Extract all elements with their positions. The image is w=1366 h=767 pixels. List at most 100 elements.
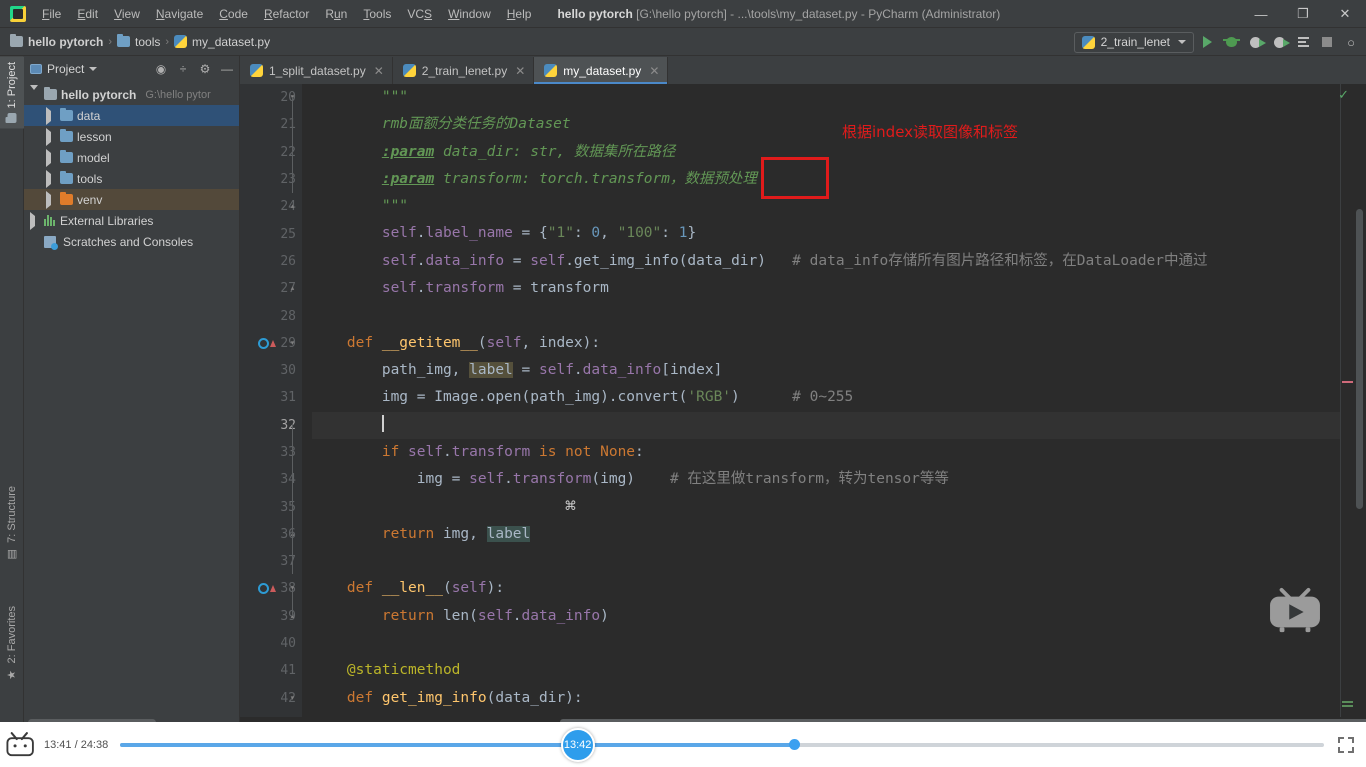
gutter-line: 27▴: [240, 275, 302, 302]
tree-item-external-libraries[interactable]: External Libraries: [24, 210, 239, 231]
video-progress-track[interactable]: 13:42: [120, 743, 1324, 747]
code-line: [312, 493, 1340, 520]
fold-icon[interactable]: ▾: [288, 339, 297, 348]
breadcrumb-item-tools[interactable]: tools: [135, 35, 160, 49]
run-button[interactable]: [1196, 31, 1218, 53]
fold-icon[interactable]: ▴: [288, 202, 297, 211]
override-method-marker[interactable]: [258, 583, 276, 594]
tree-item-data[interactable]: data: [24, 105, 239, 126]
hide-panel-icon[interactable]: —: [219, 61, 235, 77]
folder-blue-icon: [60, 131, 73, 142]
collapse-all-icon[interactable]: ÷: [175, 61, 191, 77]
menu-item-view[interactable]: View: [106, 3, 148, 25]
code-content[interactable]: """ rmb面额分类任务的Dataset :param data_dir: s…: [302, 84, 1340, 717]
project-icon: [8, 112, 17, 124]
minimize-button[interactable]: —: [1240, 0, 1282, 28]
sidebar-tab-project[interactable]: 1: Project: [0, 56, 24, 128]
code-line: """: [312, 193, 1340, 220]
chevron-right-icon[interactable]: [46, 195, 56, 205]
override-method-marker[interactable]: [258, 338, 276, 349]
marker-change[interactable]: [1342, 701, 1353, 703]
maximize-button[interactable]: ❐: [1282, 0, 1324, 28]
fold-icon[interactable]: ▴: [288, 284, 297, 293]
tree-item-label: tools: [77, 172, 102, 186]
line-number: 31: [280, 390, 296, 405]
close-icon[interactable]: ✕: [374, 64, 384, 78]
tree-item-lesson[interactable]: lesson: [24, 126, 239, 147]
sidebar-tab-favorites-label: 2: Favorites: [6, 606, 18, 663]
project-panel-header: Project ◉ ÷ ⚙ —: [24, 56, 239, 82]
bilibili-logo-icon[interactable]: [4, 728, 38, 762]
marker-change[interactable]: [1342, 705, 1353, 707]
tree-item-label: External Libraries: [60, 214, 153, 228]
fullscreen-icon[interactable]: [1338, 737, 1354, 753]
editor-vertical-scrollbar[interactable]: [1353, 84, 1366, 717]
code-line: def __len__(self):: [312, 575, 1340, 602]
fold-guide: [292, 424, 293, 574]
run-with-console-button[interactable]: [1292, 31, 1314, 53]
project-panel-title[interactable]: Project: [30, 62, 97, 76]
menu-item-tools[interactable]: Tools: [355, 3, 399, 25]
project-tool-window: Project ◉ ÷ ⚙ — hello pytorch G:\hello p…: [24, 56, 240, 727]
run-coverage-button[interactable]: [1244, 31, 1266, 53]
video-progress-fill: [120, 743, 794, 747]
search-icon[interactable]: ○: [1340, 31, 1362, 53]
breadcrumb-item-project[interactable]: hello pytorch: [28, 35, 103, 49]
close-icon[interactable]: ✕: [649, 64, 659, 78]
gutter-line: 42▾: [240, 685, 302, 712]
target-icon[interactable]: ◉: [153, 61, 169, 77]
chevron-right-icon[interactable]: [46, 153, 56, 163]
tree-item-hello-pytorch[interactable]: hello pytorch G:\hello pytor: [24, 84, 239, 105]
close-icon[interactable]: ✕: [515, 64, 525, 78]
tree-item-tools[interactable]: tools: [24, 168, 239, 189]
tree-item-model[interactable]: model: [24, 147, 239, 168]
menu-item-edit[interactable]: Edit: [69, 3, 106, 25]
scratches-icon: [44, 236, 56, 248]
debug-button[interactable]: [1220, 31, 1242, 53]
menu-item-navigate[interactable]: Navigate: [148, 3, 211, 25]
folder-blue-icon: [117, 36, 130, 47]
run-configuration-name: 2_train_lenet: [1101, 35, 1170, 49]
chevron-right-icon[interactable]: [46, 174, 56, 184]
menu-item-run[interactable]: Run: [317, 3, 355, 25]
chevron-down-icon[interactable]: [30, 90, 40, 100]
menu-bar: File Edit View Navigate Code Refactor Ru…: [34, 3, 539, 25]
run-configuration-selector[interactable]: 2_train_lenet: [1074, 32, 1194, 53]
code-line: @staticmethod: [312, 657, 1340, 684]
editor-tab-my-dataset[interactable]: my_dataset.py ✕: [534, 57, 668, 84]
code-line: """: [312, 84, 1340, 111]
folder-orange-icon: [60, 194, 73, 205]
gear-icon[interactable]: ⚙: [197, 61, 213, 77]
tree-item-scratches-and-consoles[interactable]: Scratches and Consoles: [24, 231, 239, 252]
marker-warning[interactable]: [1342, 381, 1353, 383]
sidebar-tab-favorites[interactable]: ★ 2: Favorites: [0, 600, 24, 687]
menu-item-refactor[interactable]: Refactor: [256, 3, 317, 25]
run-toolbar: 2_train_lenet ○: [1074, 28, 1362, 56]
editor-gutter[interactable]: 20▾ 21 22 23 24▴ 25 26 27▴ 28 29▾ 30 31 …: [240, 84, 302, 717]
menu-item-file[interactable]: File: [34, 3, 69, 25]
gutter-line: 29▾: [240, 330, 302, 357]
tree-item-venv[interactable]: venv: [24, 189, 239, 210]
breadcrumb-item-file[interactable]: my_dataset.py: [192, 35, 270, 49]
menu-item-window[interactable]: Window: [440, 3, 499, 25]
line-number: 32: [280, 418, 296, 433]
gutter-line: 41: [240, 657, 302, 684]
chevron-right-icon[interactable]: [46, 111, 56, 121]
editor-tab-2-train-lenet[interactable]: 2_train_lenet.py ✕: [393, 57, 534, 84]
chevron-right-icon[interactable]: [46, 132, 56, 142]
close-button[interactable]: ✕: [1324, 0, 1366, 28]
stop-button[interactable]: [1316, 31, 1338, 53]
editor-viewport[interactable]: 20▾ 21 22 23 24▴ 25 26 27▴ 28 29▾ 30 31 …: [240, 84, 1366, 717]
inspection-ok-icon[interactable]: ✓: [1338, 88, 1349, 103]
profile-button[interactable]: [1268, 31, 1290, 53]
chevron-right-icon[interactable]: [30, 216, 40, 226]
menu-item-vcs[interactable]: VCS: [399, 3, 440, 25]
menu-item-help[interactable]: Help: [499, 3, 540, 25]
editor-tab-1-split-dataset[interactable]: 1_split_dataset.py ✕: [240, 57, 393, 84]
code-line: [312, 630, 1340, 657]
video-progress-knob: [789, 739, 800, 750]
editor-marker-bar[interactable]: ✓: [1340, 84, 1353, 717]
fold-icon[interactable]: ▾: [288, 694, 297, 703]
menu-item-code[interactable]: Code: [211, 3, 256, 25]
sidebar-tab-structure[interactable]: ▤ 7: Structure: [0, 480, 24, 567]
